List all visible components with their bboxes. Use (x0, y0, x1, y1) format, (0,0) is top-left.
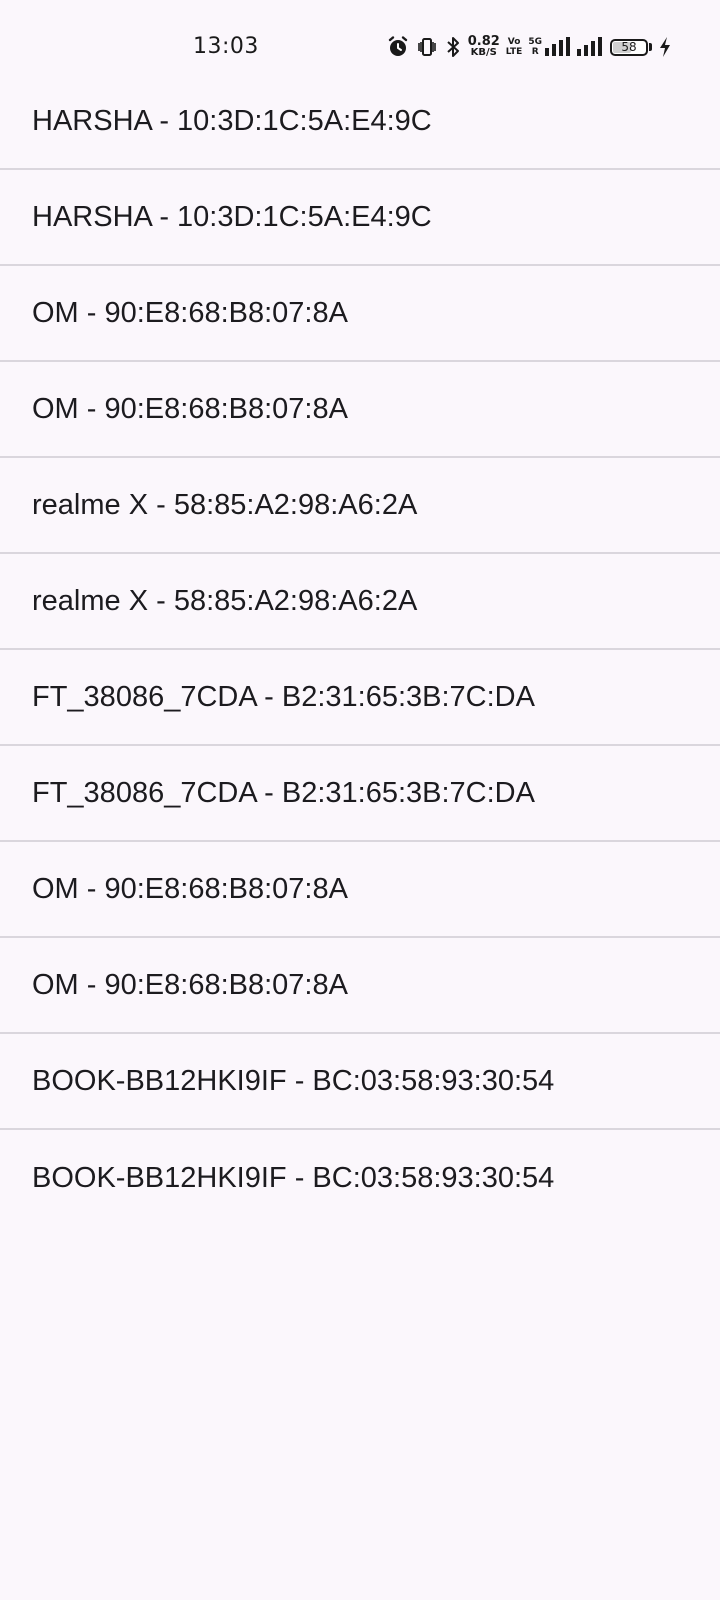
device-list-item[interactable]: OM - 90:E8:68:B8:07:8A (0, 938, 720, 1034)
device-list-item[interactable]: BOOK-BB12HKI9IF - BC:03:58:93:30:54 (0, 1034, 720, 1130)
bluetooth-icon (444, 35, 462, 59)
signal-icon: 5G R (528, 36, 570, 58)
device-list-item[interactable]: OM - 90:E8:68:B8:07:8A (0, 362, 720, 458)
device-list-item[interactable]: BOOK-BB12HKI9IF - BC:03:58:93:30:54 (0, 1130, 720, 1226)
status-bar: 13:03 0.82 KB/S Vo LTE 5G R 58 (0, 0, 720, 74)
device-list-item[interactable]: OM - 90:E8:68:B8:07:8A (0, 842, 720, 938)
device-list-item[interactable]: FT_38086_7CDA - B2:31:65:3B:7C:DA (0, 650, 720, 746)
device-list-item[interactable]: realme X - 58:85:A2:98:A6:2A (0, 554, 720, 650)
charging-icon (658, 36, 672, 58)
status-time: 13:03 (193, 34, 259, 59)
net-speed: 0.82 KB/S (467, 34, 500, 58)
device-list-item[interactable]: realme X - 58:85:A2:98:A6:2A (0, 458, 720, 554)
volte-indicator: Vo LTE (505, 37, 523, 57)
vibrate-icon (416, 36, 438, 58)
signal-icon (576, 36, 604, 58)
alarm-icon (386, 35, 410, 59)
device-list-item[interactable]: FT_38086_7CDA - B2:31:65:3B:7C:DA (0, 746, 720, 842)
device-list-item[interactable]: OM - 90:E8:68:B8:07:8A (0, 266, 720, 362)
device-list-item[interactable]: HARSHA - 10:3D:1C:5A:E4:9C (0, 170, 720, 266)
device-list: HARSHA - 10:3D:1C:5A:E4:9C HARSHA - 10:3D… (0, 74, 720, 1226)
battery-icon: 58 (610, 38, 652, 56)
network-type: 5G R (528, 37, 542, 57)
app-screen: 13:03 0.82 KB/S Vo LTE 5G R 58 HARSHA - … (0, 0, 720, 1600)
device-list-item[interactable]: HARSHA - 10:3D:1C:5A:E4:9C (0, 74, 720, 170)
status-icons: 0.82 KB/S Vo LTE 5G R 58 (386, 32, 672, 62)
